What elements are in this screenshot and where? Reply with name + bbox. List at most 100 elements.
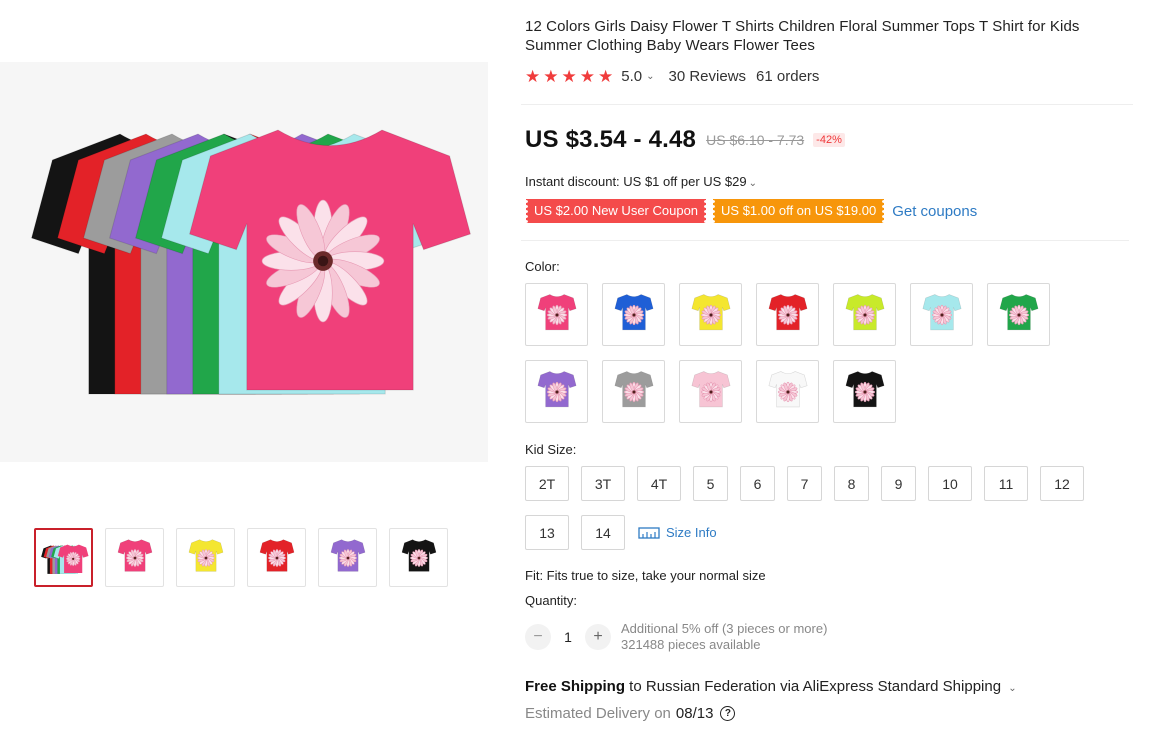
thumbnail-image [401,538,436,572]
color-swatch-purple[interactable] [525,360,588,423]
thumbnail-image [117,538,152,572]
color-swatch-red[interactable] [756,283,819,346]
tshirt-icon [999,293,1038,330]
color-swatch-light-blue[interactable] [910,283,973,346]
star-icon: ★ [525,67,541,86]
quantity-notes: Additional 5% off (3 pieces or more) 321… [621,621,827,653]
tshirt-icon [614,370,653,407]
orders-count: 61 orders [756,68,820,85]
thumbnail-multi[interactable] [34,528,93,587]
thumbnail-image [330,538,365,572]
color-swatch-blue[interactable] [602,283,665,346]
size-option-6[interactable]: 6 [740,466,775,501]
instant-discount[interactable]: Instant discount: US $1 off per US $29 ⌄ [525,174,757,189]
ruler-icon [638,526,660,539]
current-price: US $3.54 - 4.48 [525,126,697,153]
decrease-quantity-button[interactable]: − [525,624,551,650]
star-icon: ★ [598,67,614,86]
size-option-8[interactable]: 8 [834,466,869,501]
chevron-down-icon[interactable]: ⌄ [646,71,654,82]
tshirt-icon [922,293,961,330]
get-coupons-link[interactable]: Get coupons [892,203,977,220]
tshirt-icon [614,293,653,330]
quantity-input[interactable]: 1 [551,629,585,645]
reviews-link[interactable]: 30 Reviews [669,68,747,85]
color-swatch-gray[interactable] [602,360,665,423]
tshirt-icon [537,293,576,330]
divider [521,104,1133,105]
tshirt-icon [537,370,576,407]
original-price: US $6.10 - 7.73 [706,132,805,148]
thumbnail-strip [34,528,448,587]
color-swatch-lime[interactable] [833,283,896,346]
tshirt-icon [768,293,807,330]
chevron-down-icon: ⌄ [748,178,758,189]
fit-note: Fit: Fits true to size, take your normal… [525,568,766,583]
rating-stars: ★ ★ ★ ★ ★ [525,68,613,85]
color-swatch-white[interactable] [756,360,819,423]
size-option-3t[interactable]: 3T [581,466,625,501]
thumbnail-purple[interactable] [318,528,377,587]
delivery-date: 08/13 [675,705,714,722]
thumbnail-red[interactable] [247,528,306,587]
tshirt-icon [691,293,730,330]
increase-quantity-button[interactable]: + [585,624,611,650]
rating-value[interactable]: 5.0 [621,68,642,85]
color-swatch-rose[interactable] [525,283,588,346]
chevron-down-icon: ⌄ [1008,683,1017,694]
bulk-discount-note: Additional 5% off (3 pieces or more) [621,621,828,636]
thumbnail-image [40,544,88,574]
size-option-11[interactable]: 11 [984,466,1028,501]
store-coupon[interactable]: US $1.00 off on US $19.00 [712,199,886,223]
instant-discount-text: Instant discount: US $1 off per US $29 [525,174,747,189]
size-option-9[interactable]: 9 [881,466,916,501]
color-label: Color: [525,259,560,274]
size-label: Kid Size: [525,442,577,457]
color-swatch-green[interactable] [987,283,1050,346]
color-swatch-yellow[interactable] [679,283,742,346]
size-info-link[interactable]: Size Info [638,515,717,550]
size-info-label: Size Info [666,525,717,540]
thumbnail-black[interactable] [389,528,448,587]
coupon-row: US $2.00 New User Coupon US $1.00 off on… [524,199,977,223]
price-row: US $3.54 - 4.48 US $6.10 - 7.73 -42% [525,126,845,154]
star-icon: ★ [543,67,559,86]
star-icon: ★ [579,67,595,86]
main-product-image[interactable] [0,62,488,462]
size-option-4t[interactable]: 4T [637,466,681,501]
tshirt-icon [768,370,807,407]
size-options: 2T 3T 4T 5 6 7 8 9 10 11 12 13 14 Size Info [525,466,1125,550]
quantity-stepper: − 1 + Additional 5% off (3 pieces or mor… [525,621,827,653]
size-option-7[interactable]: 7 [787,466,822,501]
size-option-2t[interactable]: 2T [525,466,569,501]
tshirt-icon [845,293,884,330]
thumbnail-image [259,538,294,572]
thumbnail-image [188,538,223,572]
free-shipping-label: Free Shipping [525,678,626,695]
new-user-coupon[interactable]: US $2.00 New User Coupon [524,199,708,223]
tshirt-icon [845,370,884,407]
daisy-flower-graphic [261,199,385,323]
discount-badge: -42% [813,133,845,147]
size-option-12[interactable]: 12 [1040,466,1084,501]
size-option-5[interactable]: 5 [693,466,728,501]
size-option-14[interactable]: 14 [581,515,625,550]
stock-available: 321488 pieces available [621,637,761,652]
estimated-delivery: Estimated Delivery on 08/13 ? [525,705,736,722]
main-shirts-image [30,129,472,395]
product-title: 12 Colors Girls Daisy Flower T Shirts Ch… [525,18,1080,54]
tshirt-icon [691,370,730,407]
size-option-13[interactable]: 13 [525,515,569,550]
rating-row: ★ ★ ★ ★ ★ 5.0 ⌄ 30 Reviews 61 orders [525,68,819,85]
shipping-details: to Russian Federation via AliExpress Sta… [625,678,1002,695]
thumbnail-rose[interactable] [105,528,164,587]
shipping-info[interactable]: Free Shipping to Russian Federation via … [525,678,1031,695]
thumbnail-yellow[interactable] [176,528,235,587]
size-option-10[interactable]: 10 [928,466,972,501]
help-icon[interactable]: ? [720,706,736,721]
color-swatch-black[interactable] [833,360,896,423]
divider [521,240,1129,241]
delivery-label: Estimated Delivery on [525,705,671,722]
color-swatches [525,283,1085,423]
color-swatch-pink[interactable] [679,360,742,423]
